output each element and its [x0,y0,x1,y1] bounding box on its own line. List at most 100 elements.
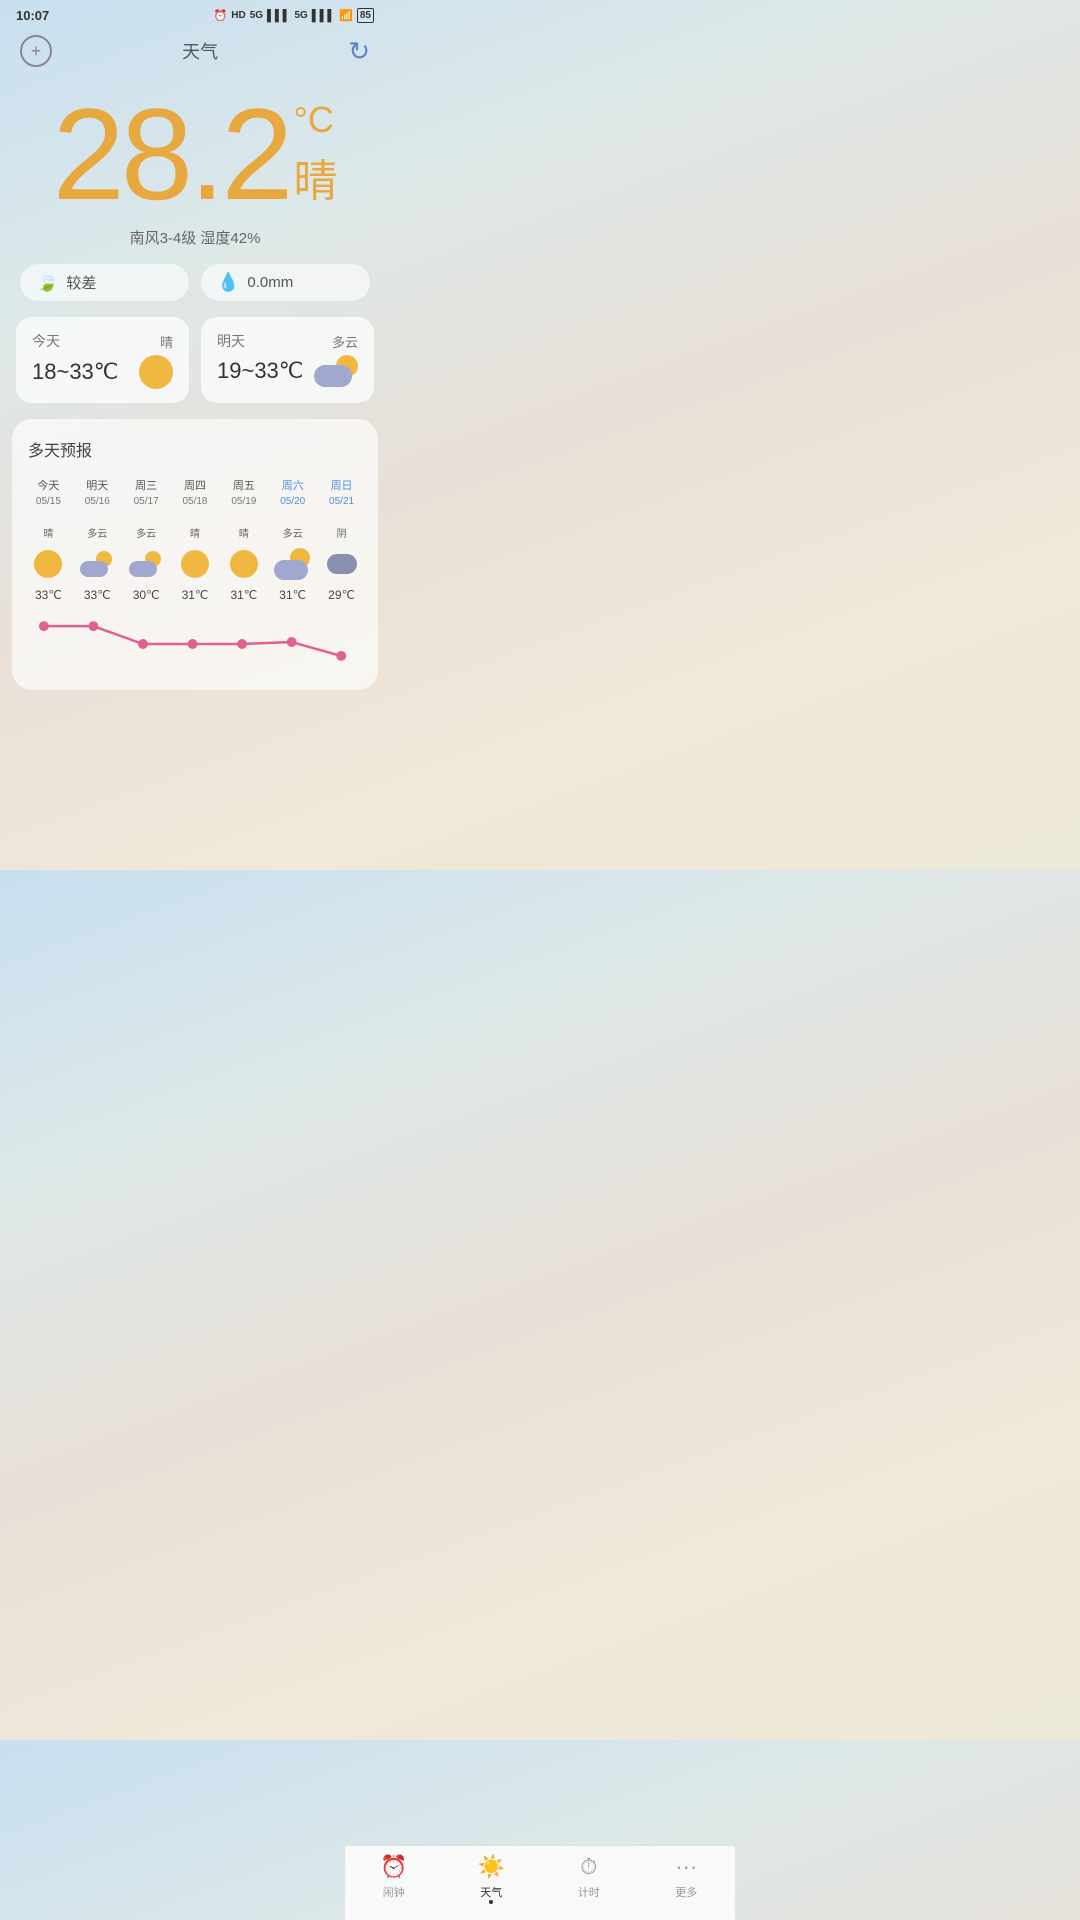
add-icon: + [31,41,42,62]
forecast-temp-4: 31℃ [230,588,257,602]
signal-5g-1: 5G [250,10,263,21]
add-location-button[interactable]: + [20,35,52,67]
rainfall-badge: 💧 0.0mm [201,264,370,301]
forecast-date-5: 05/20 [280,496,305,507]
air-quality-badge: 🍃 较差 [20,264,189,301]
tomorrow-condition: 多云 [332,332,358,351]
day-cards: 今天 晴 18~33℃ 明天 多云 19~33℃ [0,317,390,403]
forecast-day-0: 今天 [37,477,59,493]
forecast-icon-3 [181,547,209,581]
forecast-col-4: 周五 05/19 晴 31℃ [219,477,268,602]
mini-partly-icon-5 [274,548,312,580]
forecast-col-1: 明天 05/16 多云 33℃ [73,477,122,602]
alarm-icon: ⏰ [380,1854,407,1880]
mini-sun-icon-4 [230,550,258,578]
refresh-button[interactable]: ↻ [348,36,370,67]
nav-more-label: 更多 [675,1884,697,1900]
forecast-col-2: 周三 05/17 多云 30℃ [122,477,171,602]
nav-alarm[interactable]: ⏰ 闹钟 [345,1854,443,1904]
info-badges: 🍃 较差 💧 0.0mm [0,264,390,301]
tomorrow-label: 明天 [217,331,245,351]
forecast-cond-4: 晴 [239,512,249,540]
forecast-icon-2 [129,547,163,581]
forecast-grid: 今天 05/15 晴 33℃ 明天 05/16 多云 3 [24,477,366,602]
today-bottom-row: 18~33℃ [32,355,173,389]
forecast-cond-6: 阴 [337,512,347,540]
mini-sun-icon-0 [34,550,62,578]
tomorrow-top-row: 明天 多云 [217,331,358,351]
forecast-day-2: 周三 [135,477,157,493]
nav-timer-label: 计时 [578,1884,600,1900]
trend-point-6 [336,651,346,661]
trend-point-0 [39,621,49,631]
today-temp: 18~33℃ [32,359,119,385]
today-label: 今天 [32,331,60,351]
tomorrow-partly-icon [314,355,358,387]
tomorrow-bottom-row: 19~33℃ [217,355,358,387]
forecast-temp-0: 33℃ [35,588,62,602]
mini-partly-icon-2 [129,551,163,577]
forecast-col-6: 周日 05/21 阴 29℃ [317,477,366,602]
forecast-col-0: 今天 05/15 晴 33℃ [24,477,73,602]
cloud-body-part [314,365,352,387]
nav-active-indicator [489,1900,493,1904]
forecast-icon-4 [230,547,258,581]
page-title: 天气 [182,38,218,64]
trend-point-2 [138,639,148,649]
forecast-temp-3: 31℃ [182,588,209,602]
forecast-icon-6 [327,547,357,581]
nav-weather[interactable]: ☀️ 天气 [443,1854,541,1904]
forecast-date-4: 05/19 [231,496,256,507]
rainfall-value: 0.0mm [247,274,293,291]
forecast-cond-1: 多云 [87,512,107,540]
forecast-temp-2: 30℃ [133,588,160,602]
forecast-cond-3: 晴 [190,512,200,540]
nav-more[interactable]: ··· 更多 [638,1854,736,1904]
weather-icon: ☀️ [478,1854,505,1880]
today-condition: 晴 [160,332,173,351]
refresh-icon: ↻ [348,36,370,66]
trend-svg [24,614,366,674]
forecast-date-6: 05/21 [329,496,354,507]
rain-icon: 💧 [217,272,239,293]
battery-indicator: 85 [357,8,374,23]
temperature-value: 28.2 [52,89,289,219]
forecast-date-1: 05/16 [85,496,110,507]
forecast-date-2: 05/17 [134,496,159,507]
more-icon: ··· [675,1854,697,1880]
hd-indicator: HD [231,10,245,21]
today-top-row: 今天 晴 [32,331,173,351]
today-card: 今天 晴 18~33℃ [16,317,189,403]
temperature-display: 28.2 °C 晴 [20,89,370,219]
signal-5g-2: 5G [294,10,307,21]
nav-alarm-label: 闹钟 [383,1884,405,1900]
trend-point-1 [88,621,98,631]
temperature-unit: °C [294,99,334,141]
unit-weather-container: °C 晴 [294,99,338,209]
forecast-icon-1 [80,547,114,581]
timer-icon: ⏱ [580,1854,597,1880]
clock-icon: ⏰ [214,9,228,22]
nav-weather-label: 天气 [480,1884,502,1900]
temperature-section: 28.2 °C 晴 南风3-4级 湿度42% [0,79,390,248]
forecast-temp-5: 31℃ [279,588,306,602]
forecast-day-1: 明天 [86,477,108,493]
today-sun-icon [139,355,173,389]
forecast-day-6: 周日 [331,477,353,493]
forecast-date-3: 05/18 [182,496,207,507]
weather-condition: 晴 [294,145,338,209]
forecast-temp-1: 33℃ [84,588,111,602]
forecast-date-0: 05/15 [36,496,61,507]
forecast-icon-5 [274,547,312,581]
bottom-nav: ⏰ 闹钟 ☀️ 天气 ⏱ 计时 ··· 更多 [345,1845,735,1920]
forecast-day-3: 周四 [184,477,206,493]
forecast-day-5: 周六 [282,477,304,493]
nav-timer[interactable]: ⏱ 计时 [540,1854,638,1904]
temperature-trend [24,614,366,674]
trend-point-4 [237,639,247,649]
mini-dark-cloud-icon-6 [327,554,357,574]
mini-sun-icon-3 [181,550,209,578]
forecast-day-4: 周五 [233,477,255,493]
tomorrow-temp: 19~33℃ [217,358,304,384]
trend-point-5 [287,637,297,647]
